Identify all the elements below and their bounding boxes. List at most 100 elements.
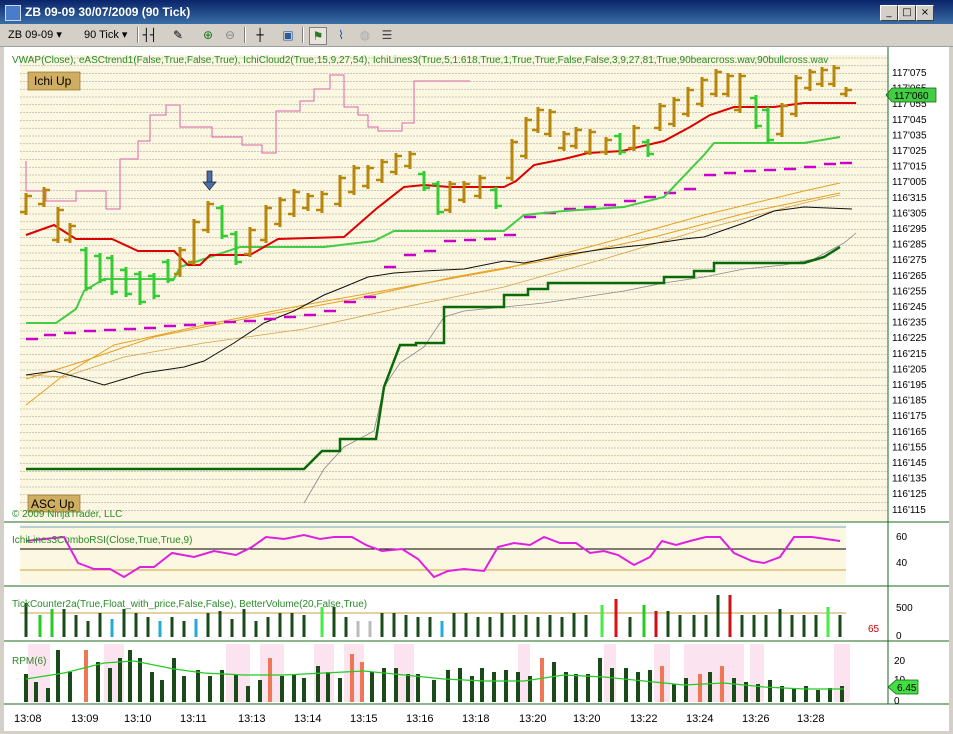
price-y-label: 116'205 [892,364,927,375]
rpm-bar [96,662,100,702]
price-y-label: 117'075 [892,68,927,79]
zoom-in-icon[interactable]: ⊕ [200,27,216,43]
volume-bar [50,609,54,637]
strategy-icon[interactable]: ⚑ [309,27,327,45]
x-axis-label: 13:28 [797,713,825,725]
volume-bar [62,609,66,637]
rpm-bar [150,672,154,702]
zoom-out-icon[interactable]: ⊖ [222,27,238,43]
rpm-bar [292,674,296,702]
minimize-button[interactable]: _ [880,5,898,21]
price-y-label: 116'155 [892,442,927,453]
ichi-badge-label: Ichi Up [34,74,72,88]
rpm-bar [610,668,614,702]
period-label: 90 Tick [84,29,119,41]
x-axis-label: 13:20 [573,713,601,725]
volume-bar [452,613,456,637]
rpm-bar [108,668,112,702]
price-y-label: 116'195 [892,380,927,391]
volume-bar [332,607,336,637]
tick-counter: 65 [868,624,880,635]
rpm-bar [672,684,676,702]
rpm-bar [416,674,420,702]
price-y-label: 116'215 [892,349,927,360]
rpm-bar [698,674,702,702]
rpm-bar [828,688,832,702]
price-y-label: 116'175 [892,411,927,422]
rpm-bar [458,668,462,702]
volume-bar [512,615,516,637]
rpm-bar [302,678,306,702]
volume-bar [230,619,234,637]
instrument-label: ZB 09-09 [8,29,54,41]
rpm-bar [182,676,186,702]
rpm-bar [432,680,436,702]
price-panel-header: VWAP(Close), eASCtrend1(False,True,False… [12,55,828,66]
chart-area[interactable]: VWAP(Close), eASCtrend1(False,True,False… [4,47,949,731]
app-icon [5,5,21,21]
volume-y-label-0: 0 [896,631,902,642]
volume-bar [74,615,78,637]
price-y-label: 116'265 [892,271,927,282]
rpm-bar [732,678,736,702]
volume-bar [254,621,258,637]
rpm-bar [160,680,164,702]
close-button[interactable]: × [916,5,934,21]
rpm-bar [46,688,50,702]
volume-bar [752,615,756,637]
crosshair-icon[interactable]: ┼ [252,27,268,43]
instrument-selector[interactable]: ZB 09-09 ▾ [8,27,62,43]
rpm-bar [220,670,224,702]
snapshot-icon[interactable]: ▣ [280,27,296,43]
volume-bar [218,611,222,637]
maximize-button[interactable]: □ [898,5,916,21]
indicator-icon[interactable]: ⌇ [333,27,349,43]
period-selector[interactable]: 90 Tick ▾ [84,27,127,43]
volume-bar [344,617,348,637]
rpm-bar [516,672,520,702]
globe-icon[interactable]: ◍ [357,27,373,43]
rpm-bar [816,690,820,702]
rpm-bar [56,650,60,702]
rpm-bar [118,658,122,702]
price-y-label: 117'015 [892,162,927,173]
volume-bar [368,621,372,637]
price-y-label: 116'255 [892,286,927,297]
window-title: ZB 09-09 30/07/2009 (90 Tick) [25,5,191,19]
volume-bar [302,615,306,637]
x-axis-label: 13:18 [462,713,490,725]
volume-bar [614,599,618,637]
bar-type-icon[interactable]: ┤┤ [142,27,158,43]
volume-bar [666,611,670,637]
chart-toolbar: ZB 09-09 ▾ 90 Tick ▾ ┤┤ ✎ ⊕ ⊖ ┼ ▣ ⚑ ⌇ ◍ … [0,24,953,47]
drawing-pencil-icon[interactable]: ✎ [170,27,186,43]
rpm-bar [406,674,410,702]
volume-bar [110,619,114,637]
price-y-label: 116'305 [892,208,927,219]
rpm-bar [552,662,556,702]
x-axis-label: 13:15 [350,713,378,725]
rpm-bar [708,672,712,702]
rpm-value: 6.45 [897,683,917,694]
price-y-label: 116'235 [892,318,927,329]
rsi-y-label-60: 60 [896,532,908,543]
price-y-label: 116'125 [892,489,927,500]
rpm-bar [480,668,484,702]
price-y-label: 116'285 [892,240,927,251]
price-y-label: 116'275 [892,255,927,266]
volume-bar [278,613,282,637]
volume-bar [356,621,360,637]
price-y-label: 117'035 [892,130,927,141]
price-y-label: 117'045 [892,115,927,126]
volume-bar [158,621,162,637]
x-axis-label: 13:09 [71,713,99,725]
volume-bar [584,615,588,637]
rpm-bar [792,688,796,702]
price-y-label: 116'315 [892,193,927,204]
properties-icon[interactable]: ☰ [379,27,395,43]
volume-bar [392,613,396,637]
rpm-bar [326,672,330,702]
volume-bar [764,615,768,637]
rpm-bar [360,662,364,702]
chart-svg[interactable]: VWAP(Close), eASCtrend1(False,True,False… [4,47,949,731]
